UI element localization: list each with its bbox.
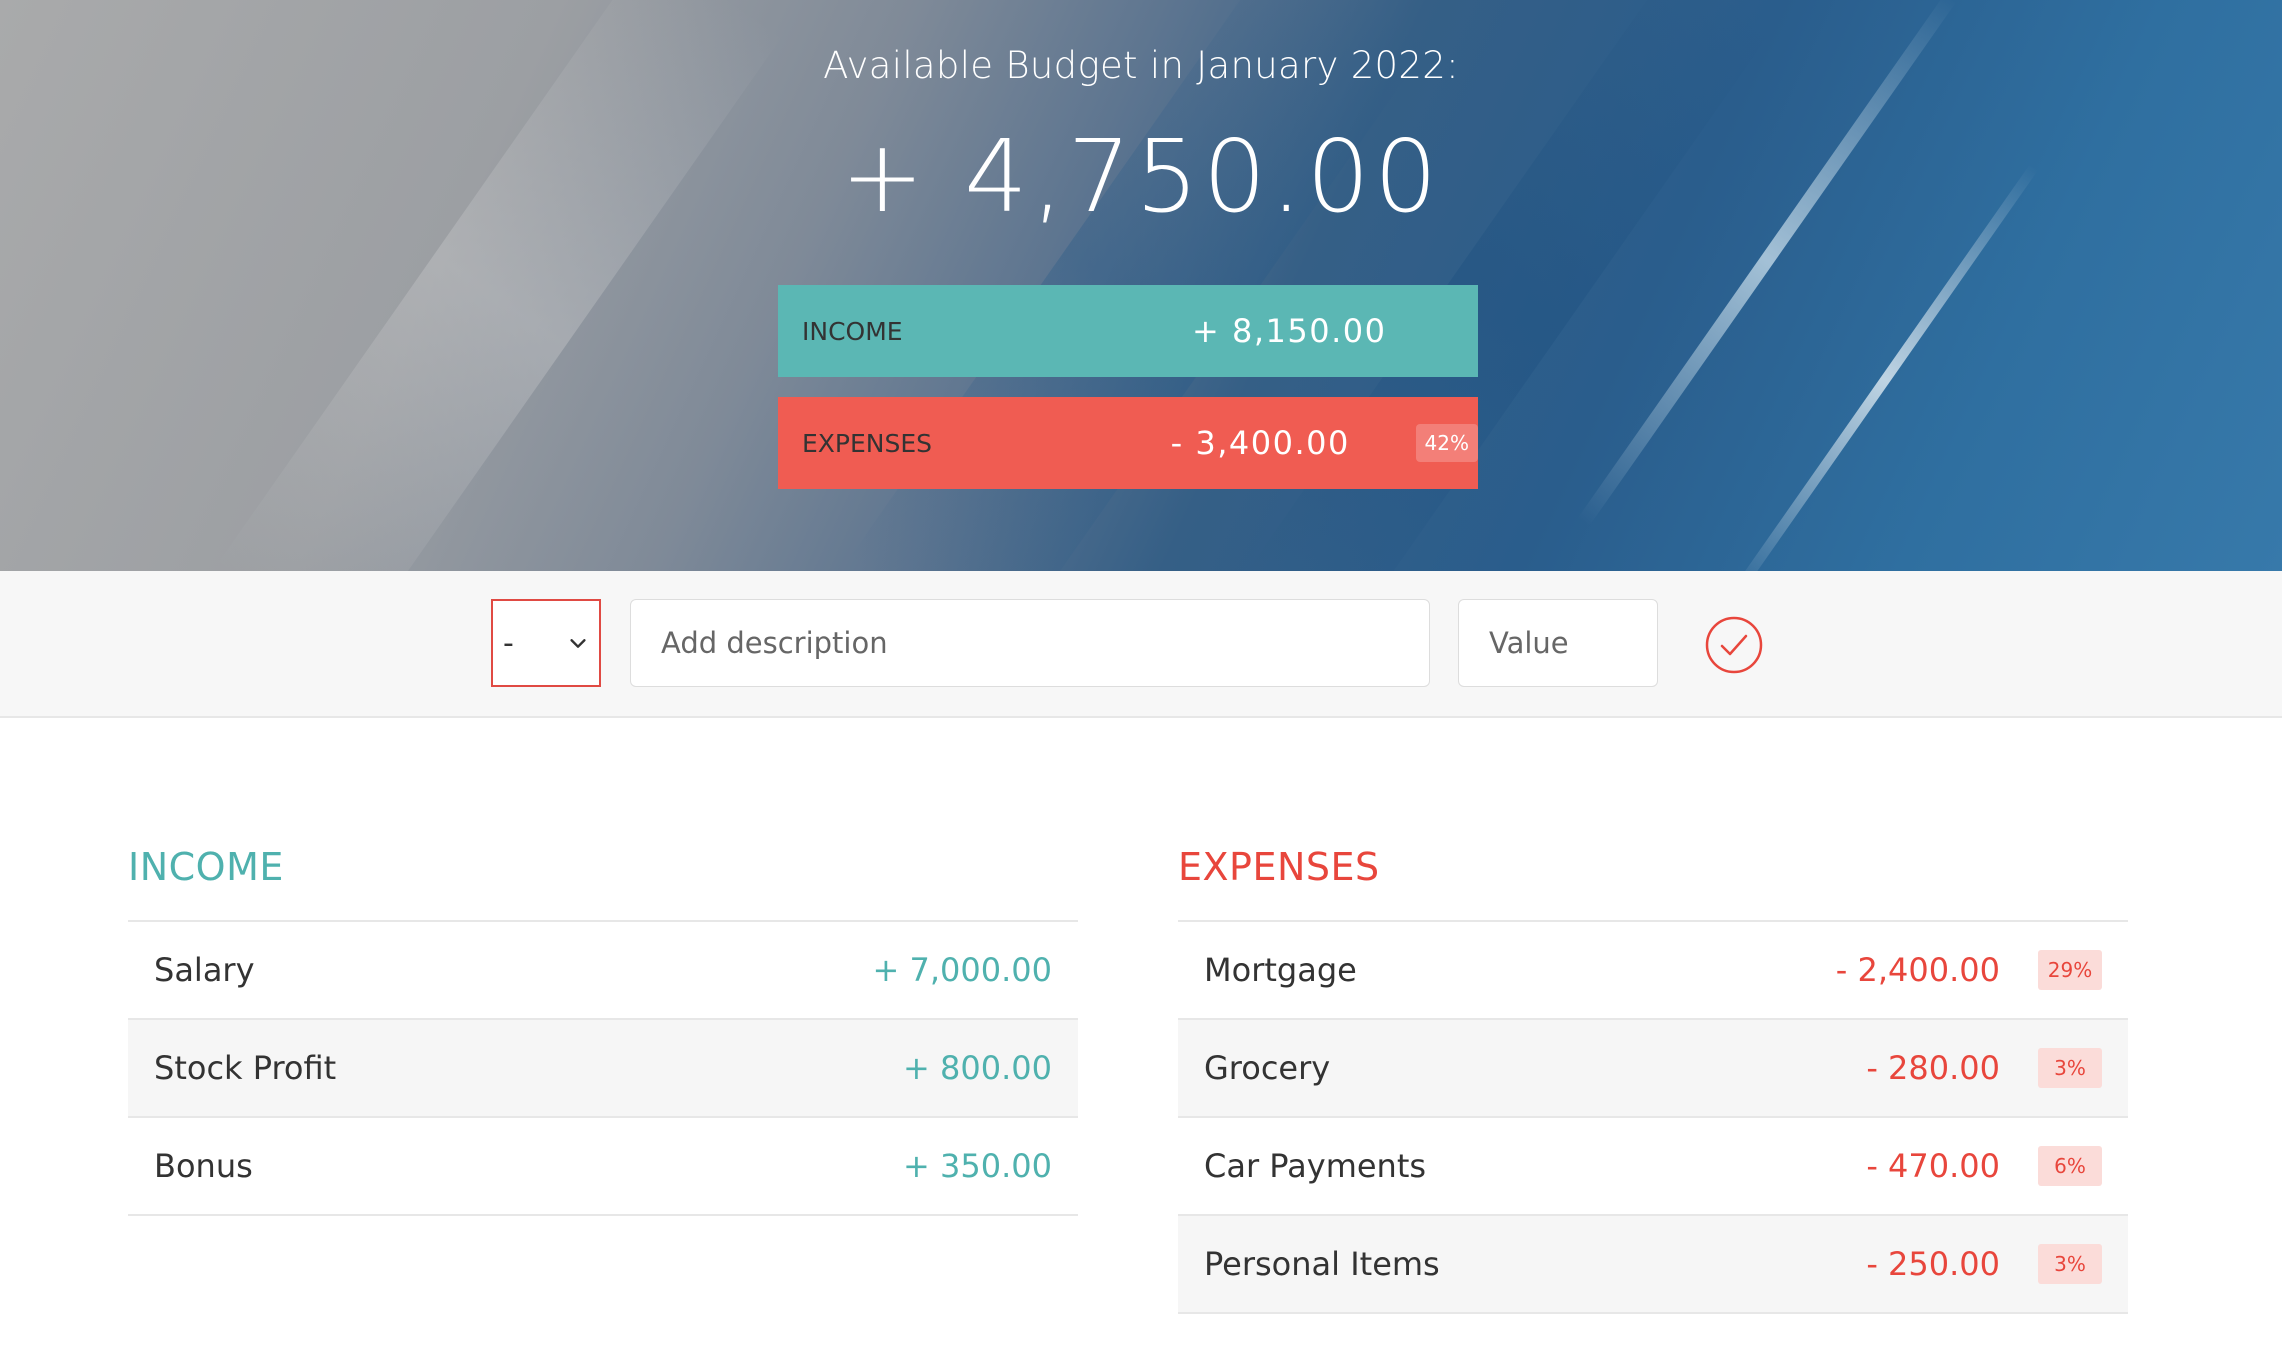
available-budget-value: + 4,750.00 (840, 118, 1442, 235)
expenses-list-title: EXPENSES (1178, 830, 2128, 922)
expenses-summary-label: EXPENSES (802, 428, 933, 458)
checkmark-circle-icon (1705, 616, 1763, 674)
income-rows: Salary + 7,000.00 Stock Profit + 800.00 Bonu… (128, 922, 1078, 1216)
expense-item[interactable]: Mortgage - 2,400.00 29% (1178, 922, 2128, 1020)
income-item[interactable]: Stock Profit + 800.00 (128, 1020, 1078, 1118)
description-input[interactable] (630, 599, 1430, 687)
type-select[interactable]: - (491, 599, 601, 687)
add-item-bar: - (0, 571, 2282, 718)
item-description: Mortgage (1204, 951, 1357, 989)
item-percentage-badge: 6% (2038, 1146, 2102, 1186)
expense-item[interactable]: Grocery - 280.00 3% (1178, 1020, 2128, 1118)
item-value: + 7,000.00 (872, 951, 1052, 989)
item-percentage-badge: 3% (2038, 1244, 2102, 1284)
income-summary-value: + 8,150.00 (1192, 312, 1387, 350)
item-value: + 800.00 (903, 1049, 1052, 1087)
item-description: Salary (154, 951, 255, 989)
item-value: - 250.00 (1866, 1245, 2000, 1283)
expense-item[interactable]: Personal Items - 250.00 3% (1178, 1216, 2128, 1314)
item-description: Stock Profit (154, 1049, 337, 1087)
value-input[interactable] (1458, 599, 1658, 687)
income-summary-label: INCOME (802, 316, 903, 346)
add-item-button[interactable] (1704, 615, 1764, 675)
expenses-summary: EXPENSES - 3,400.00 42% (778, 397, 1478, 489)
item-description: Personal Items (1204, 1245, 1440, 1283)
income-item[interactable]: Salary + 7,000.00 (128, 922, 1078, 1020)
income-list: INCOME Salary + 7,000.00 Stock Profit + 800… (128, 830, 1078, 1216)
item-value: - 2,400.00 (1835, 951, 2000, 989)
item-value: + 350.00 (903, 1147, 1052, 1185)
expense-item[interactable]: Car Payments - 470.00 6% (1178, 1118, 2128, 1216)
chevron-down-icon (570, 639, 586, 648)
item-percentage-badge: 29% (2038, 950, 2102, 990)
type-select-value: - (503, 625, 514, 661)
expenses-summary-value: - 3,400.00 (1170, 424, 1350, 462)
item-description: Bonus (154, 1147, 253, 1185)
income-list-title: INCOME (128, 830, 1078, 922)
item-description: Grocery (1204, 1049, 1331, 1087)
expenses-list: EXPENSES Mortgage - 2,400.00 29% Grocery - 2… (1178, 830, 2128, 1314)
item-value: - 470.00 (1866, 1147, 2000, 1185)
income-item[interactable]: Bonus + 350.00 (128, 1118, 1078, 1216)
expenses-percentage-badge: 42% (1415, 424, 1478, 462)
income-summary: INCOME + 8,150.00 (778, 285, 1478, 377)
item-value: - 280.00 (1866, 1049, 2000, 1087)
item-description: Car Payments (1204, 1147, 1427, 1185)
item-percentage-badge: 3% (2038, 1048, 2102, 1088)
header-banner: Available Budget in January 2022: + 4,75… (0, 0, 2282, 571)
expenses-rows: Mortgage - 2,400.00 29% Grocery - 280.00 3% Ca… (1178, 922, 2128, 1314)
budget-title: Available Budget in January 2022: (823, 44, 1459, 87)
